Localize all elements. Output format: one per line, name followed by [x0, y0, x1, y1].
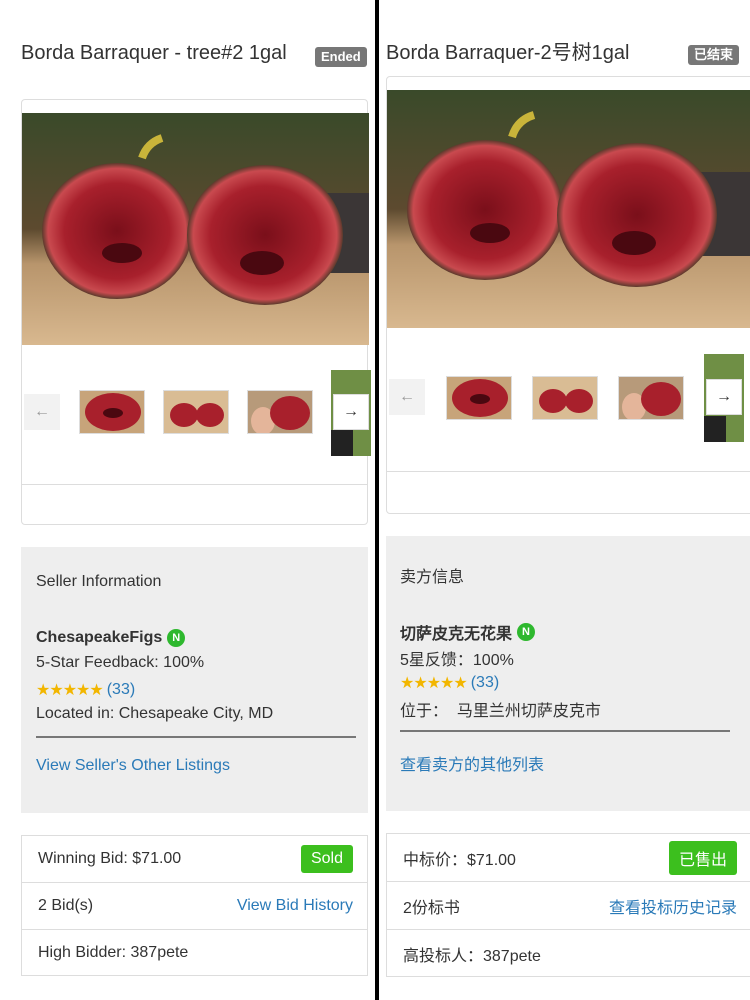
- feedback-score: 5星反馈：100%: [400, 652, 514, 669]
- new-seller-badge: N: [517, 623, 536, 641]
- thumbnail-strip: ← →: [387, 352, 750, 444]
- thumbnail-image: [164, 391, 228, 433]
- thumbnail-image: [619, 377, 683, 419]
- screenshot-comparison: Borda Barraquer - tree#2 1gal Ended ← → …: [0, 0, 750, 1000]
- seller-name-text[interactable]: ChesapeakeFigs: [36, 629, 162, 647]
- thumbnail-1[interactable]: [446, 376, 512, 420]
- thumbnail-1[interactable]: [79, 390, 145, 434]
- bid-count-row: 2 Bid(s) View Bid History: [22, 883, 367, 930]
- thumbnail-image: [533, 377, 597, 419]
- seller-name[interactable]: ChesapeakeFigs N: [36, 629, 186, 647]
- high-bidder-row: 高投标人：387pete: [387, 930, 750, 977]
- winning-bid: 中标价：$71.00: [403, 851, 516, 869]
- gallery-divider: [22, 484, 367, 485]
- listing-panel-chinese: Borda Barraquer-2号树1gal 已结束 ← → 卖方信息 切萨皮…: [379, 0, 750, 1000]
- feedback-count-link[interactable]: (33): [107, 681, 135, 699]
- bid-count-row: 2份标书 查看投标历史记录: [387, 882, 750, 930]
- arrow-right-icon[interactable]: →: [706, 379, 742, 415]
- winning-bid-row: 中标价：$71.00 已售出: [387, 834, 750, 882]
- sold-badge: 已售出: [668, 840, 737, 875]
- fig-photo: [387, 90, 750, 328]
- thumbnail-image: [80, 391, 144, 433]
- seller-info-panel: Seller Information ChesapeakeFigs N 5-St…: [21, 547, 368, 813]
- bid-history-link[interactable]: 查看投标历史记录: [609, 894, 737, 918]
- star-icons: ★★★★★: [400, 675, 468, 692]
- seller-name-text[interactable]: 切萨皮克无花果: [400, 620, 512, 644]
- star-rating: ★★★★★ (33): [400, 673, 499, 693]
- status-badge: Ended: [315, 47, 367, 67]
- winning-bid-row: Winning Bid: $71.00 Sold: [22, 836, 367, 883]
- listing-title: Borda Barraquer - tree#2 1gal: [21, 42, 287, 64]
- fig-photo: [22, 113, 369, 345]
- feedback-score: 5-Star Feedback: 100%: [36, 654, 205, 671]
- bid-summary: Winning Bid: $71.00 Sold 2 Bid(s) View B…: [21, 835, 368, 976]
- winning-bid: Winning Bid: $71.00: [38, 850, 182, 867]
- other-listings-link[interactable]: View Seller's Other Listings: [36, 757, 230, 775]
- seller-heading: Seller Information: [36, 573, 162, 590]
- arrow-right-icon[interactable]: →: [333, 394, 369, 430]
- main-product-image[interactable]: [387, 90, 750, 328]
- seller-divider: [36, 736, 356, 738]
- thumbnail-3[interactable]: [247, 390, 313, 434]
- seller-info-panel: 卖方信息 切萨皮克无花果 N 5星反馈：100% ★★★★★ (33) 位于： …: [386, 536, 750, 811]
- listing-panel-english: Borda Barraquer - tree#2 1gal Ended ← → …: [0, 0, 375, 1000]
- bid-history-link[interactable]: View Bid History: [237, 897, 353, 915]
- seller-location: Located in: Chesapeake City, MD: [36, 705, 274, 722]
- bid-count: 2 Bid(s): [38, 897, 94, 914]
- image-gallery: ← →: [21, 99, 371, 525]
- thumbnail-image: [248, 391, 312, 433]
- seller-heading: 卖方信息: [400, 569, 465, 586]
- star-icons: ★★★★★: [36, 682, 104, 699]
- high-bidder: 高投标人：387pete: [403, 947, 541, 965]
- arrow-left-icon[interactable]: ←: [24, 394, 60, 430]
- arrow-left-icon[interactable]: ←: [389, 379, 425, 415]
- high-bidder: High Bidder: 387pete: [38, 944, 189, 961]
- listing-title: Borda Barraquer-2号树1gal: [386, 42, 630, 64]
- thumbnail-2[interactable]: [532, 376, 598, 420]
- bid-count: 2份标书: [403, 899, 460, 917]
- gallery-divider: [387, 471, 750, 472]
- main-product-image[interactable]: [22, 113, 369, 345]
- new-seller-badge: N: [167, 629, 186, 647]
- seller-name[interactable]: 切萨皮克无花果 N: [400, 620, 536, 644]
- high-bidder-row: High Bidder: 387pete: [22, 930, 367, 976]
- seller-divider: [400, 730, 730, 732]
- feedback-count-link[interactable]: (33): [471, 674, 499, 692]
- thumbnail-strip: ← →: [22, 370, 371, 460]
- thumbnail-2[interactable]: [163, 390, 229, 434]
- thumbnail-3[interactable]: [618, 376, 684, 420]
- status-badge: 已结束: [688, 45, 740, 65]
- thumbnail-image: [447, 377, 511, 419]
- sold-badge: Sold: [300, 845, 353, 873]
- image-gallery: ← →: [386, 76, 750, 514]
- star-rating: ★★★★★ (33): [36, 680, 135, 700]
- other-listings-link[interactable]: 查看卖方的其他列表: [400, 751, 544, 775]
- seller-location: 位于： 马里兰州切萨皮克市: [400, 703, 601, 720]
- bid-summary: 中标价：$71.00 已售出 2份标书 查看投标历史记录 高投标人：387pet…: [386, 833, 750, 977]
